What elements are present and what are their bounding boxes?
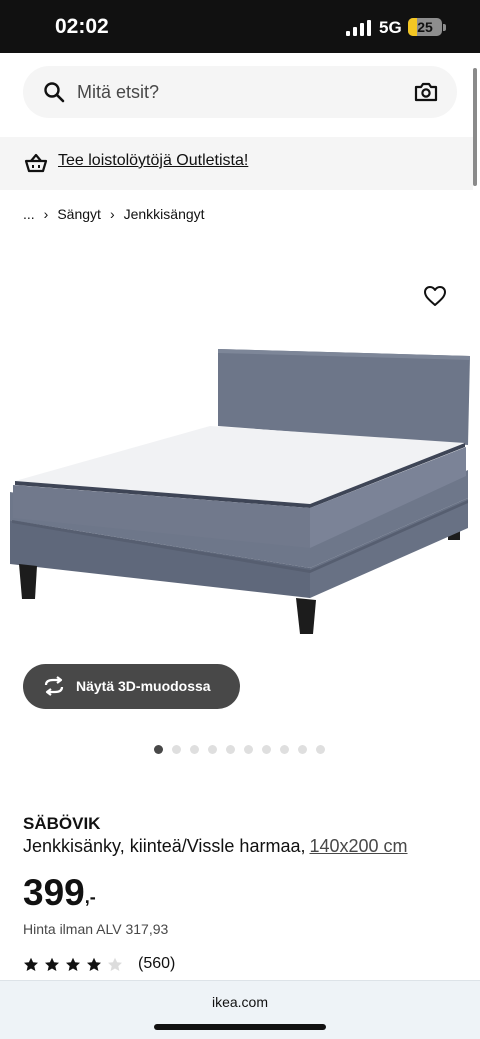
carousel-dot[interactable] (190, 745, 199, 754)
network-label: 5G (379, 18, 402, 37)
star-icon (66, 957, 80, 971)
carousel-dot[interactable] (262, 745, 271, 754)
url-text[interactable]: ikea.com (0, 994, 480, 1010)
view-3d-label: Näytä 3D-muodossa (76, 678, 211, 694)
carousel-dot[interactable] (154, 745, 163, 754)
camera-icon[interactable] (414, 81, 438, 103)
battery-percent: 25 (417, 19, 433, 35)
battery-nub (443, 24, 446, 31)
bed-illustration (10, 349, 470, 634)
breadcrumb-ellipsis[interactable]: ... (23, 206, 35, 222)
status-time: 02:02 (55, 15, 109, 38)
basket-icon (24, 153, 48, 173)
outlet-banner[interactable]: Tee loistolöytöjä Outletista! (0, 137, 473, 190)
product-image[interactable] (0, 250, 480, 670)
price-integer: 399 (23, 872, 85, 913)
carousel-dot[interactable] (208, 745, 217, 754)
star-icon (24, 957, 38, 971)
breadcrumb: ... › Sängyt › Jenkkisängyt (23, 206, 205, 222)
review-count[interactable]: (560) (138, 955, 175, 973)
search-input[interactable] (77, 78, 397, 106)
heart-icon[interactable] (423, 285, 447, 307)
carousel-dot[interactable] (298, 745, 307, 754)
product-rating[interactable]: (560) (23, 955, 175, 973)
signal-icon (346, 20, 371, 36)
carousel-dot[interactable] (280, 745, 289, 754)
carousel-dot[interactable] (226, 745, 235, 754)
browser-url-bar[interactable]: ikea.com (0, 980, 480, 1039)
chevron-right-icon: › (109, 206, 115, 222)
home-indicator[interactable] (154, 1024, 326, 1030)
carousel-dot[interactable] (172, 745, 181, 754)
carousel-dots[interactable] (154, 745, 334, 754)
star-icon (45, 957, 59, 971)
carousel-dot[interactable] (316, 745, 325, 754)
price-decimal: ,- (84, 887, 96, 907)
battery-icon: 25 (408, 18, 442, 36)
star-icon (87, 957, 101, 971)
rotate-3d-icon (44, 676, 64, 696)
product-size-link[interactable]: 140x200 cm (309, 836, 407, 856)
product-description-text: Jenkkisänky, kiinteä/Vissle harmaa, (23, 836, 306, 856)
product-description: Jenkkisänky, kiinteä/Vissle harmaa, 140x2… (23, 836, 408, 857)
breadcrumb-item-sangyt[interactable]: Sängyt (57, 206, 101, 222)
search-bar[interactable] (23, 66, 457, 118)
product-price: 399,- (23, 872, 96, 914)
page-scrollbar[interactable] (473, 68, 477, 186)
product-name: SÄBÖVIK (23, 814, 101, 833)
breadcrumb-item-jenkkisangyt[interactable]: Jenkkisängyt (124, 206, 205, 222)
outlet-link[interactable]: Tee loistolöytöjä Outletista! (58, 152, 248, 170)
star-icon (108, 957, 122, 971)
search-icon[interactable] (43, 81, 65, 103)
price-ex-vat: Hinta ilman ALV 317,93 (23, 921, 169, 937)
status-bar: 02:02 5G 25 (0, 0, 480, 53)
view-3d-button[interactable]: Näytä 3D-muodossa (23, 664, 240, 709)
carousel-dot[interactable] (244, 745, 253, 754)
chevron-right-icon: › (43, 206, 49, 222)
